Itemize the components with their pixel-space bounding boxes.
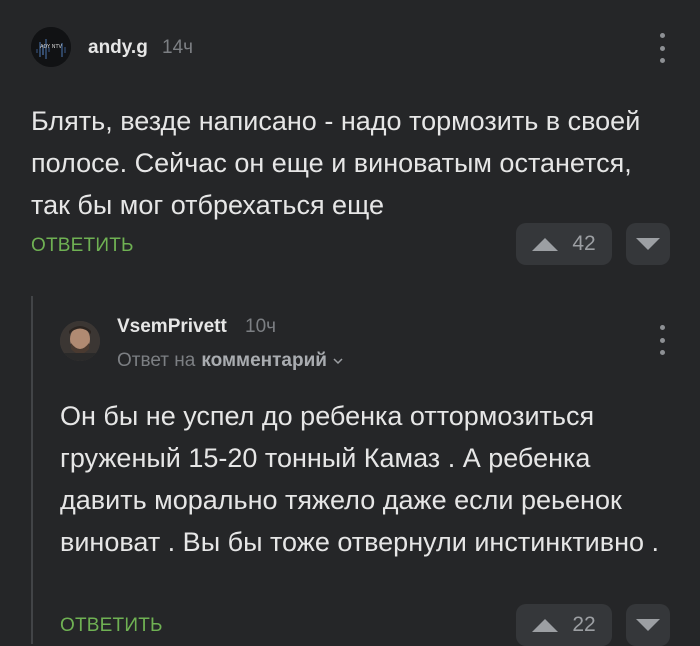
more-options-icon[interactable] bbox=[656, 33, 668, 63]
reply-to-link[interactable]: комментарий bbox=[201, 350, 327, 372]
reply-to-prefix: Ответ на bbox=[117, 350, 196, 371]
avatar[interactable]: ADY NTV bbox=[31, 27, 71, 67]
more-options-icon[interactable] bbox=[656, 325, 668, 355]
author-name[interactable]: VsemPrivett bbox=[117, 316, 227, 338]
rating-count: 42 bbox=[572, 232, 596, 255]
downvote-button[interactable] bbox=[626, 604, 670, 646]
avatar[interactable] bbox=[60, 321, 100, 361]
comment-text: Блять, везде написано - надо тормозить в… bbox=[31, 106, 641, 220]
upvote-button[interactable]: 42 bbox=[516, 223, 612, 265]
rating-count: 22 bbox=[572, 613, 596, 636]
reply-to-line: Ответ на комментарий bbox=[117, 350, 343, 372]
upvote-arrow-icon bbox=[532, 237, 559, 251]
chevron-down-icon[interactable] bbox=[333, 356, 343, 366]
downvote-arrow-icon bbox=[636, 619, 660, 631]
reply-button[interactable]: ОТВЕТИТЬ bbox=[31, 235, 134, 257]
avatar-image: ADY NTV bbox=[31, 27, 71, 67]
comment-andy-g: ADY NTV andy.g 14ч Блять, везде написано… bbox=[0, 0, 700, 290]
author-name[interactable]: andy.g bbox=[88, 37, 148, 59]
avatar-image bbox=[60, 321, 100, 361]
comment-text: Он бы не успел до ребенка оттормозиться … bbox=[60, 401, 660, 557]
avatar-logo-text: ADY NTV bbox=[40, 44, 62, 50]
downvote-arrow-icon bbox=[636, 238, 660, 250]
comment-time: 14ч bbox=[162, 37, 194, 58]
comment-time: 10ч bbox=[245, 316, 277, 337]
reply-button[interactable]: ОТВЕТИТЬ bbox=[60, 615, 163, 637]
comment-vsemprivett: VsemPrivett 10ч Ответ на комментарий Он … bbox=[0, 290, 700, 646]
upvote-button[interactable]: 22 bbox=[516, 604, 612, 646]
upvote-arrow-icon bbox=[532, 618, 559, 632]
downvote-button[interactable] bbox=[626, 223, 670, 265]
